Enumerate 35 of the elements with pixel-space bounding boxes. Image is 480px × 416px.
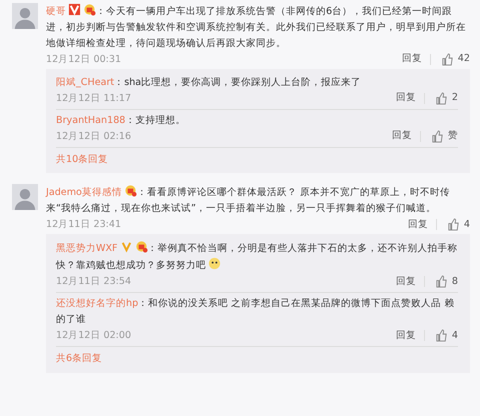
- medal-icon: [134, 240, 148, 254]
- thumbs-up-icon: [440, 52, 454, 66]
- like-button[interactable]: 2: [432, 91, 458, 106]
- thumbs-up-icon: [431, 130, 444, 143]
- comment-text: 还没想好名字的hp：和你说的没关系吧 之前李想自己在黑某品牌的微博下面点赞败人品 赖的了谁: [56, 297, 456, 328]
- comment-text: Jademo莫得感情 ：看看原博评论区哪个群体最活跃？ 原本并不宽广的草原上，时不时传来“我特么痛过，现在你也来试试”，一只手捂着半边脸，另一只手挥舞着的猴子们喊道。: [46, 184, 470, 218]
- timestamp: 12月11日 23:54: [56, 275, 132, 290]
- timestamp: 12月12日 02:00: [56, 329, 132, 344]
- timestamp: 12月12日 00:31: [46, 53, 122, 67]
- like-button[interactable]: 赞: [429, 129, 458, 144]
- like-button[interactable]: 42: [438, 52, 470, 67]
- avatar-icon: [12, 3, 38, 29]
- reply-link[interactable]: 回复: [396, 328, 416, 344]
- avatar-icon: [12, 184, 38, 210]
- comment-text: 黑恶势力WXF ：举例真不恰当啊，分明是有些人落井下石的太多，还不许别人拍手称快？靠鸡贼也想成功？多努努力吧: [56, 240, 458, 274]
- reply-link[interactable]: 回复: [392, 129, 412, 144]
- medal-icon: [83, 3, 96, 16]
- comment-text: 硬哥 ：今天有一辆用户车出现了排放系统告警（非网传的6台），我们已经第一时间跟进，初步判断与告警触发软件和空调系统控制有关。此外我们已经联系了用户，明早到用户所在地做详细检查处理，待问题现场确认后再跟大家同步。: [46, 3, 470, 52]
- timestamp: 12月12日 02:16: [56, 130, 132, 144]
- timestamp: 12月12日 11:17: [56, 92, 132, 106]
- medal-icon: [124, 184, 137, 198]
- like-button[interactable]: 4: [444, 218, 470, 232]
- reply-link[interactable]: 回复: [408, 218, 428, 232]
- thumbs-up-icon: [434, 275, 448, 288]
- reply-link[interactable]: 回复: [396, 274, 416, 290]
- reply-link[interactable]: 回复: [402, 52, 422, 67]
- like-button[interactable]: 8: [432, 274, 458, 290]
- reply-link[interactable]: 回复: [396, 91, 416, 106]
- thumbs-up-icon: [434, 92, 448, 105]
- like-button[interactable]: 4: [432, 328, 458, 344]
- thumbs-up-icon: [446, 218, 460, 232]
- timestamp: 12月11日 23:41: [46, 218, 122, 232]
- comment-text: 阳斌_CHeart：sha比理想，要你高调，要你踩别人上台阶，报应来了: [56, 76, 362, 90]
- comment-text: BryantHan188：支持理想。: [56, 114, 186, 128]
- thumbs-up-icon: [434, 329, 448, 342]
